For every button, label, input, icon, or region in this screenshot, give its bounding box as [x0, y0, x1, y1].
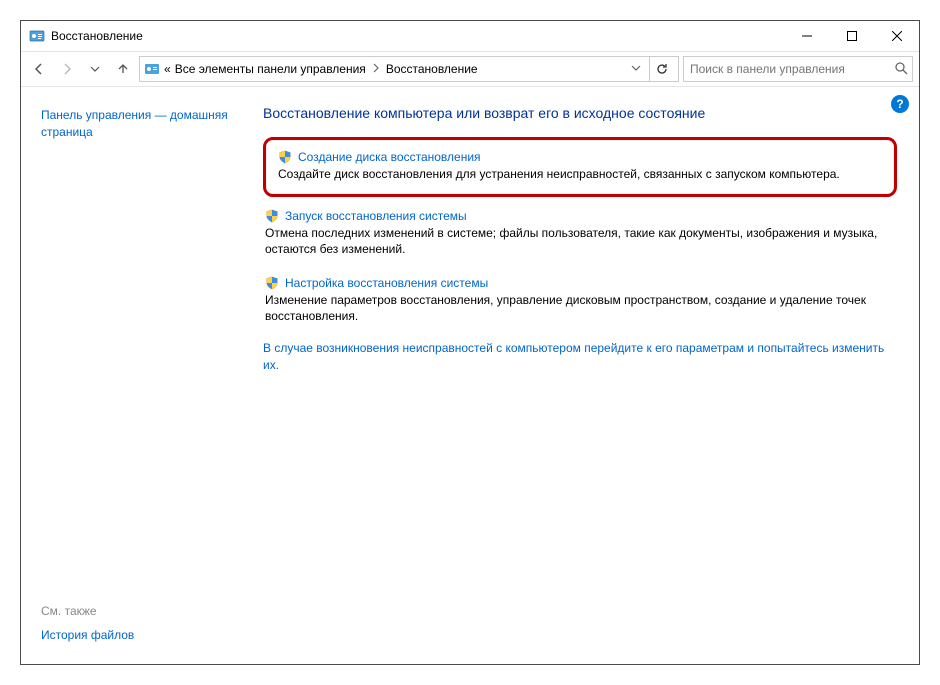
page-heading: Восстановление компьютера или возврат ег…	[263, 105, 897, 121]
left-pane: Панель управления — домашняя страница См…	[21, 87, 253, 664]
troubleshoot-settings-link[interactable]: В случае возникновения неисправностей с …	[263, 340, 897, 374]
option-description: Изменение параметров восстановления, упр…	[265, 292, 895, 324]
option-title[interactable]: Настройка восстановления системы	[285, 276, 488, 290]
breadcrumb-prefix: «	[164, 62, 171, 76]
address-bar[interactable]: « Все элементы панели управления Восстан…	[139, 56, 679, 82]
control-panel-home-link[interactable]: Панель управления — домашняя страница	[41, 107, 241, 141]
breadcrumb-item-2[interactable]: Восстановление	[386, 62, 478, 76]
minimize-button[interactable]	[784, 22, 829, 51]
shield-icon	[265, 209, 279, 223]
titlebar: Восстановление	[21, 21, 919, 52]
search-icon[interactable]	[894, 61, 908, 78]
back-button[interactable]	[27, 57, 51, 81]
option-description: Отмена последних изменений в системе; фа…	[265, 225, 895, 257]
left-bottom: См. также История файлов	[41, 604, 241, 652]
highlight-annotation: Создание диска восстановления Создайте д…	[263, 137, 897, 197]
titlebar-left: Восстановление	[29, 28, 143, 44]
refresh-button[interactable]	[649, 57, 674, 81]
recovery-option-system-restore[interactable]: Запуск восстановления системы Отмена пос…	[263, 207, 897, 259]
forward-button[interactable]	[55, 57, 79, 81]
address-icon	[144, 61, 160, 77]
breadcrumb-item-1[interactable]: Все элементы панели управления	[175, 62, 366, 76]
up-button[interactable]	[111, 57, 135, 81]
body: Панель управления — домашняя страница См…	[21, 87, 919, 664]
recovery-option-create-drive[interactable]: Создание диска восстановления Создайте д…	[276, 148, 884, 184]
help-icon[interactable]: ?	[891, 95, 909, 113]
see-also-label: См. также	[41, 604, 241, 618]
option-description: Создайте диск восстановления для устране…	[278, 166, 882, 182]
recovery-option-configure-restore[interactable]: Настройка восстановления системы Изменен…	[263, 274, 897, 326]
main-pane: ? Восстановление компьютера или возврат …	[253, 87, 919, 664]
address-dropdown[interactable]	[627, 62, 645, 76]
maximize-button[interactable]	[829, 22, 874, 51]
shield-icon	[265, 276, 279, 290]
file-history-link[interactable]: История файлов	[41, 628, 241, 642]
option-title[interactable]: Создание диска восстановления	[298, 150, 481, 164]
search-input[interactable]	[688, 61, 894, 77]
close-button[interactable]	[874, 22, 919, 51]
control-panel-icon	[29, 28, 45, 44]
window-title: Восстановление	[51, 29, 143, 43]
option-title[interactable]: Запуск восстановления системы	[285, 209, 467, 223]
shield-icon	[278, 150, 292, 164]
recent-dropdown[interactable]	[83, 57, 107, 81]
window: Восстановление	[20, 20, 920, 665]
window-controls	[784, 22, 919, 51]
chevron-right-icon[interactable]	[370, 62, 382, 76]
search-box[interactable]	[683, 56, 913, 82]
nav-row: « Все элементы панели управления Восстан…	[21, 52, 919, 87]
